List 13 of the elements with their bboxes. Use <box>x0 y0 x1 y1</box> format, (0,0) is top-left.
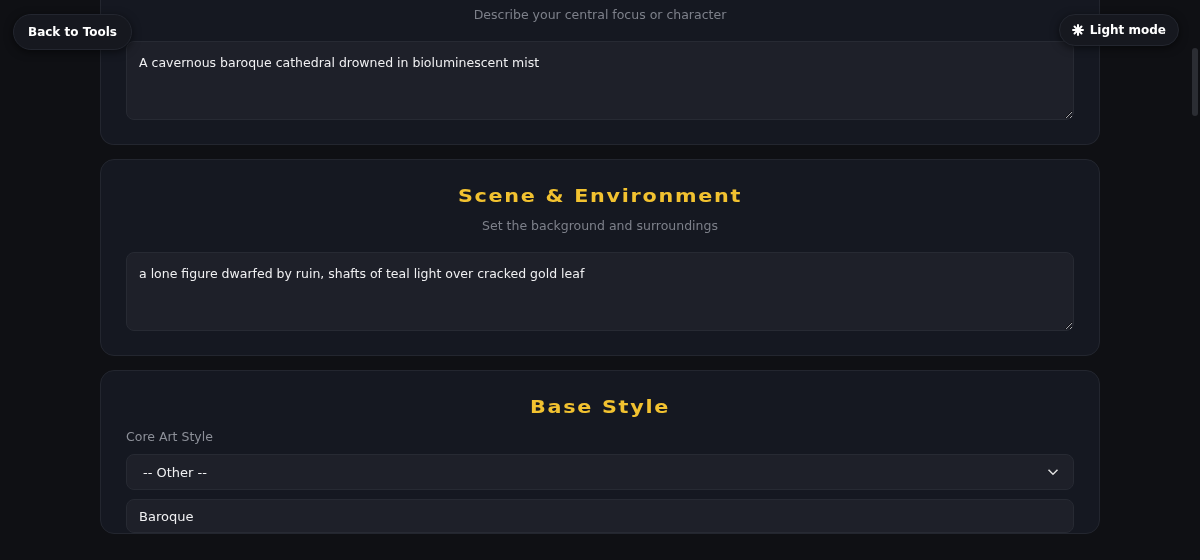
section-title: Scene & Environment <box>456 183 744 208</box>
field-label: Core Art Style <box>126 427 214 446</box>
custom-style-field[interactable]: Baroque <box>126 499 1074 534</box>
style-dropdown[interactable]: -- Other -- <box>126 454 1074 491</box>
section-subtitle: Set the background and surroundings <box>481 216 719 235</box>
section-subtitle: Describe your central focus or character <box>472 6 728 24</box>
scrollbar-thumb[interactable] <box>1192 48 1198 116</box>
section-title: Base Style <box>529 394 671 419</box>
back-button[interactable]: Back to Tools <box>13 14 132 50</box>
text-area[interactable]: a lone figure dwarfed by ruin, shafts of teal light over cracked gold leaf <box>126 251 1074 331</box>
light-mode-button[interactable]: Light mode <box>1058 14 1179 46</box>
text-area[interactable]: A cavernous baroque cathedral drowned in bioluminescent mist <box>126 40 1074 120</box>
sun-icon <box>1071 24 1084 36</box>
